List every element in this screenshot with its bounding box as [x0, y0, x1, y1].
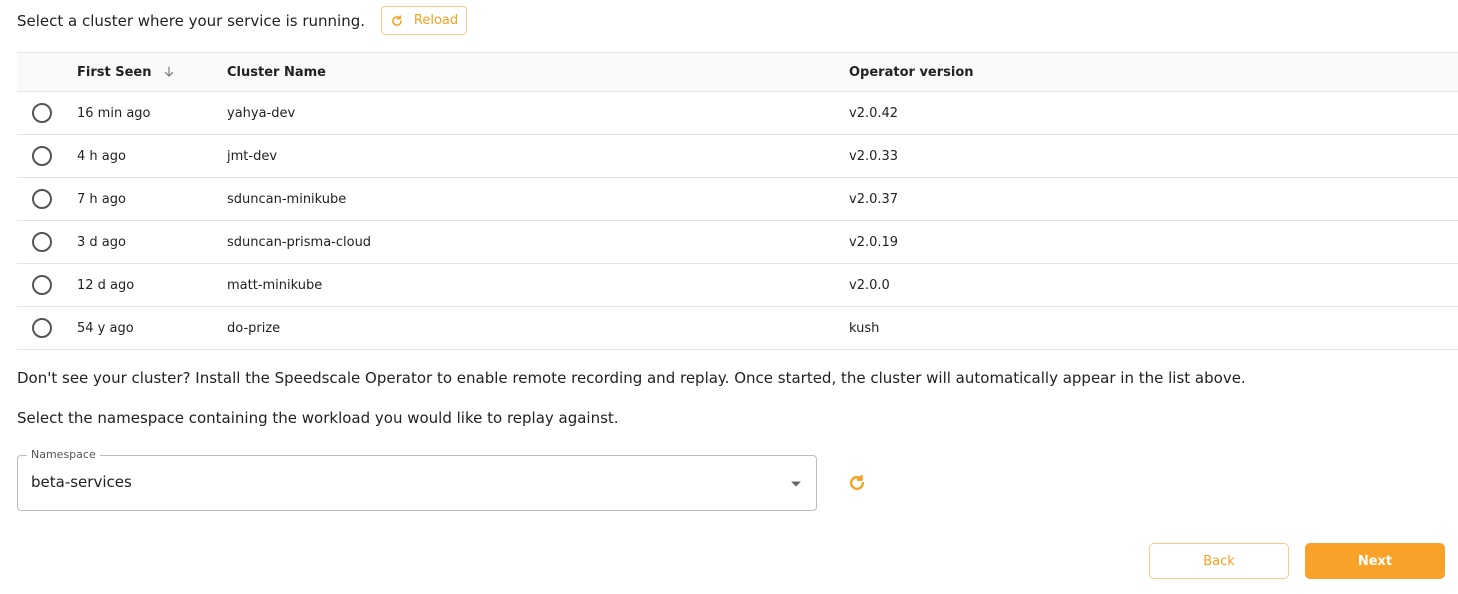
caret-down-icon — [791, 481, 801, 487]
table-row[interactable]: 54 y ago do-prize kush — [17, 306, 1458, 350]
back-button[interactable]: Back — [1149, 543, 1289, 579]
table-row[interactable]: 7 h ago sduncan-minikube v2.0.37 — [17, 177, 1458, 221]
first-seen-cell: 7 h ago — [77, 177, 227, 221]
table-row[interactable]: 16 min ago yahya-dev v2.0.42 — [17, 91, 1458, 135]
first-seen-cell: 12 d ago — [77, 263, 227, 307]
cluster-table: First Seen Cluster Name Operator version… — [17, 52, 1458, 350]
table-row[interactable]: 12 d ago matt-minikube v2.0.0 — [17, 263, 1458, 307]
cluster-rows: 16 min ago yahya-dev v2.0.42 4 h ago jmt-dev… — [17, 91, 1458, 350]
first-seen-cell: 16 min ago — [77, 91, 227, 135]
table-row[interactable]: 4 h ago jmt-dev v2.0.33 — [17, 134, 1458, 178]
namespace-refresh-icon[interactable] — [847, 473, 867, 493]
row-select-cell — [17, 177, 77, 221]
reload-button[interactable]: Reload — [381, 6, 468, 35]
cluster-name-cell: sduncan-minikube — [227, 177, 849, 221]
first-seen-cell: 54 y ago — [77, 306, 227, 350]
first-seen-cell: 3 d ago — [77, 220, 227, 264]
cluster-name-cell: jmt-dev — [227, 134, 849, 178]
row-select-cell — [17, 134, 77, 178]
header-first-seen-label: First Seen — [77, 64, 152, 80]
refresh-icon — [392, 14, 402, 26]
cluster-radio[interactable] — [32, 189, 52, 209]
cluster-radio[interactable] — [32, 318, 52, 338]
arrow-down-icon[interactable] — [162, 65, 176, 79]
cluster-name-cell: sduncan-prisma-cloud — [227, 220, 849, 264]
first-seen-cell: 4 h ago — [77, 134, 227, 178]
header-cluster-name: Cluster Name — [227, 52, 849, 92]
namespace-value: beta-services — [31, 473, 132, 491]
namespace-prompt: Select the namespace containing the work… — [17, 409, 619, 427]
row-select-cell — [17, 263, 77, 307]
next-button[interactable]: Next — [1305, 543, 1445, 579]
cluster-prompt: Select a cluster where your service is r… — [17, 11, 366, 30]
operator-version-cell: v2.0.0 — [849, 263, 1458, 307]
cluster-radio[interactable] — [32, 103, 52, 123]
cluster-radio[interactable] — [32, 232, 52, 252]
table-header-row: First Seen Cluster Name Operator version — [17, 52, 1458, 92]
cluster-name-cell: do-prize — [227, 306, 849, 350]
cluster-name-cell: matt-minikube — [227, 263, 849, 307]
operator-version-cell: v2.0.37 — [849, 177, 1458, 221]
cluster-radio[interactable] — [32, 146, 52, 166]
operator-version-cell: v2.0.42 — [849, 91, 1458, 135]
row-select-cell — [17, 220, 77, 264]
cluster-prompt-row: Select a cluster where your service is r… — [17, 5, 468, 36]
row-select-cell — [17, 91, 77, 135]
header-operator-version: Operator version — [849, 52, 1458, 92]
operator-version-cell: kush — [849, 306, 1458, 350]
row-select-cell — [17, 306, 77, 350]
operator-version-cell: v2.0.19 — [849, 220, 1458, 264]
namespace-label: Namespace — [27, 448, 100, 461]
header-select — [17, 52, 77, 92]
cluster-radio[interactable] — [32, 275, 52, 295]
cluster-name-cell: yahya-dev — [227, 91, 849, 135]
cluster-selection-page: Select a cluster where your service is r… — [0, 0, 1458, 594]
table-row[interactable]: 3 d ago sduncan-prisma-cloud v2.0.19 — [17, 220, 1458, 264]
no-cluster-help-text: Don't see your cluster? Install the Spee… — [17, 369, 1246, 387]
reload-label: Reload — [413, 13, 459, 28]
namespace-select[interactable]: Namespace beta-services — [17, 448, 817, 511]
header-first-seen[interactable]: First Seen — [77, 52, 227, 92]
operator-version-cell: v2.0.33 — [849, 134, 1458, 178]
